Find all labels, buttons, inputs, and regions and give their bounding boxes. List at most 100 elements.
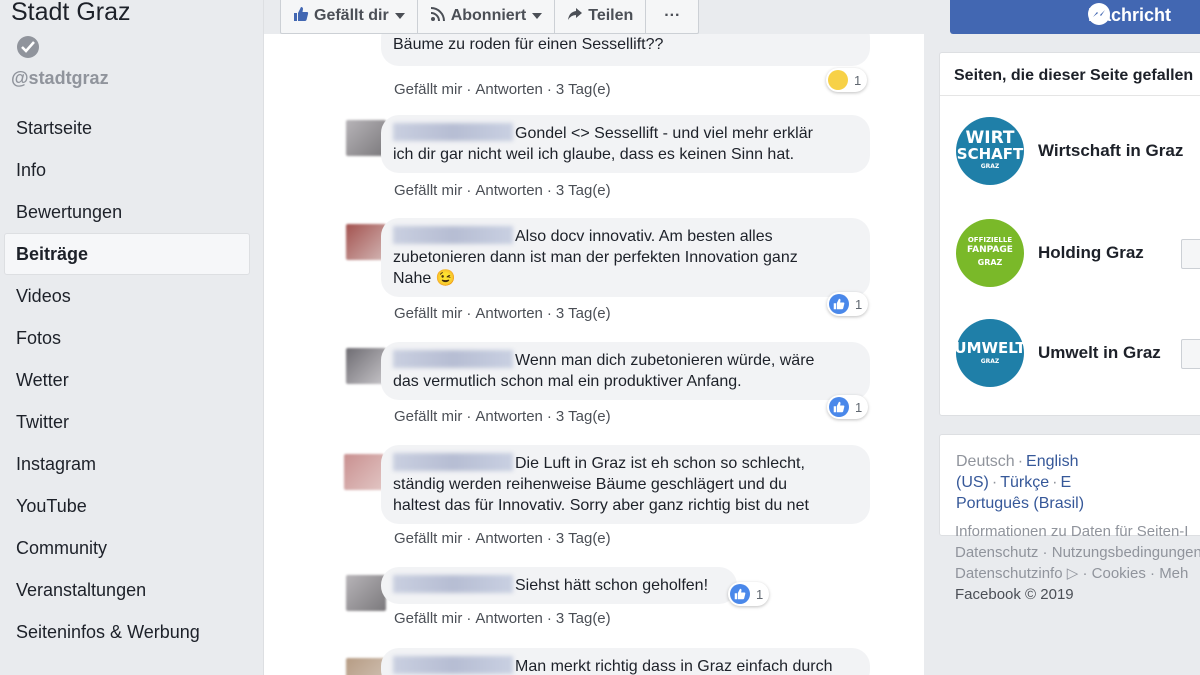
commenter-avatar[interactable] [346, 658, 386, 675]
comment-text: Man merkt richtig dass in Graz einfach d… [515, 658, 833, 675]
reply-link[interactable]: Antworten [475, 610, 543, 627]
share-button[interactable]: Teilen [555, 0, 647, 33]
like-comment-link[interactable]: Gefällt mir [394, 305, 462, 322]
comment-text: Bäume zu roden für einen Sessellift?? [393, 36, 664, 53]
nav-item-beitraege[interactable]: Beiträge [4, 233, 250, 275]
commenter-avatar[interactable] [346, 224, 386, 260]
comment-time[interactable]: 3 Tag(e) [556, 610, 611, 627]
like-comment-link[interactable]: Gefällt mir [394, 182, 462, 199]
footer-link[interactable]: Datenschutzinfo [955, 565, 1063, 582]
thumbs-up-icon [293, 6, 309, 27]
nav-item-twitter[interactable]: Twitter [4, 401, 250, 443]
wirtschaft-logo-icon: WIRT SCHAFT GRAZ [956, 117, 1024, 185]
page-action-bar: Gefällt dir Abonniert Teilen ··· [280, 0, 700, 34]
reply-link[interactable]: Antworten [475, 530, 543, 547]
reply-link[interactable]: Antworten [475, 81, 543, 98]
reaction-count[interactable]: 1 [826, 68, 868, 92]
commenter-name-blurred[interactable] [393, 350, 513, 368]
like-comment-link[interactable]: Gefällt mir [394, 81, 462, 98]
adchoices-icon: ▷ [1066, 565, 1079, 582]
commenter-avatar[interactable] [346, 348, 386, 384]
reaction-count[interactable]: 1 [827, 292, 869, 316]
liked-page-name[interactable]: Wirtschaft in Graz [1038, 141, 1183, 161]
comment-text: Gondel <> Sessellift - und viel mehr erk… [515, 125, 813, 142]
nav-item-wetter[interactable]: Wetter [4, 359, 250, 401]
comment-time[interactable]: 3 Tag(e) [556, 182, 611, 199]
reaction-count[interactable]: 1 [827, 395, 869, 419]
comment-actions: Gefällt mir · Antworten · 3 Tag(e) [394, 610, 611, 627]
liked-page-item[interactable]: OFFIZIELLE FANPAGE GRAZ Holding Graz [956, 219, 1144, 287]
follow-button[interactable]: Abonniert [418, 0, 556, 33]
commenter-avatar[interactable] [346, 120, 386, 156]
like-comment-link[interactable]: Gefällt mir [394, 610, 462, 627]
language-link[interactable]: Português (Brasil) [956, 495, 1084, 512]
like-page-label: Gefällt dir [314, 7, 389, 24]
nav-item-bewertungen[interactable]: Bewertungen [4, 191, 250, 233]
nav-item-fotos[interactable]: Fotos [4, 317, 250, 359]
nav-item-seiteninfos[interactable]: Seiteninfos & Werbung [4, 611, 250, 653]
like-reaction-icon [730, 584, 750, 604]
liked-page-item[interactable]: WIRT SCHAFT GRAZ Wirtschaft in Graz [956, 117, 1183, 185]
share-arrow-icon [567, 6, 583, 27]
comment-text: Die Luft in Graz ist eh schon so schlech… [515, 455, 805, 472]
comment-text: ich dir gar nicht weil ich glaube, dass … [393, 146, 795, 163]
like-page-button[interactable]: Gefällt dir [281, 0, 418, 33]
commenter-name-blurred[interactable] [393, 656, 513, 674]
comment-bubble: Gondel <> Sessellift - und viel mehr erk… [381, 115, 870, 173]
nav-item-community[interactable]: Community [4, 527, 250, 569]
footer-link[interactable]: Informationen zu Daten für Seiten-I [955, 523, 1188, 540]
commenter-name-blurred[interactable] [393, 575, 513, 593]
like-liked-page-button[interactable] [1181, 339, 1200, 369]
commenter-name-blurred[interactable] [393, 226, 513, 244]
send-message-button[interactable]: Nachricht [950, 0, 1200, 34]
language-link[interactable]: E [1060, 474, 1071, 491]
messenger-icon [1088, 3, 1110, 25]
comment-time[interactable]: 3 Tag(e) [556, 530, 611, 547]
like-liked-page-button[interactable] [1181, 239, 1200, 269]
commenter-avatar[interactable] [344, 454, 384, 490]
nav-item-info[interactable]: Info [4, 149, 250, 191]
comment-time[interactable]: 3 Tag(e) [556, 408, 611, 425]
footer-link[interactable]: Datenschutz [955, 544, 1038, 561]
reply-link[interactable]: Antworten [475, 305, 543, 322]
comment-bubble: Bäume zu roden für einen Sessellift?? [381, 34, 870, 66]
footer-link[interactable]: Nutzungsbedingungen [1052, 544, 1200, 561]
nav-item-veranstaltungen[interactable]: Veranstaltungen [4, 569, 250, 611]
reaction-count-value: 1 [855, 399, 863, 415]
page-handle[interactable]: @stadtgraz [11, 68, 109, 89]
liked-page-name[interactable]: Umwelt in Graz [1038, 343, 1161, 363]
like-comment-link[interactable]: Gefällt mir [394, 408, 462, 425]
verified-badge-icon [17, 36, 39, 58]
nav-item-instagram[interactable]: Instagram [4, 443, 250, 485]
holding-logo-icon: OFFIZIELLE FANPAGE GRAZ [956, 219, 1024, 287]
page-title[interactable]: Stadt Graz [11, 0, 131, 27]
language-link[interactable]: Türkçe [1000, 474, 1049, 491]
reply-link[interactable]: Antworten [475, 408, 543, 425]
liked-page-item[interactable]: UMWELT GRAZ Umwelt in Graz [954, 319, 1161, 387]
comment-time[interactable]: 3 Tag(e) [556, 81, 611, 98]
commenter-name-blurred[interactable] [393, 453, 513, 471]
nav-item-videos[interactable]: Videos [4, 275, 250, 317]
comment-text: das vermutlich schon mal ein produktiver… [393, 373, 742, 390]
reaction-count[interactable]: 1 [728, 582, 770, 606]
share-label: Teilen [588, 7, 634, 24]
page-sidebar: Stadt Graz @stadtgraz Startseite Info Be… [0, 0, 263, 675]
comment-bubble: Also docv innovativ. Am besten alles zub… [381, 218, 870, 297]
more-options-button[interactable]: ··· [646, 0, 698, 33]
comment-text: Wenn man dich zubetonieren würde, wäre [515, 352, 815, 369]
sad-reaction-icon [828, 70, 848, 90]
liked-page-name[interactable]: Holding Graz [1038, 243, 1144, 263]
commenter-name-blurred[interactable] [393, 123, 513, 141]
like-comment-link[interactable]: Gefällt mir [394, 530, 462, 547]
nav-item-youtube[interactable]: YouTube [4, 485, 250, 527]
footer-link[interactable]: Cookies [1092, 565, 1146, 582]
comment-text: zubetonieren dann ist man der perfekten … [393, 249, 798, 266]
reply-link[interactable]: Antworten [475, 182, 543, 199]
comment-actions: Gefällt mir · Antworten · 3 Tag(e) [394, 81, 611, 98]
footer-link[interactable]: Meh [1159, 565, 1188, 582]
liked-pages-title: Seiten, die dieser Seite gefallen [940, 53, 1200, 96]
commenter-avatar[interactable] [346, 575, 386, 611]
nav-item-startseite[interactable]: Startseite [4, 107, 250, 149]
comment-time[interactable]: 3 Tag(e) [556, 305, 611, 322]
rss-icon [430, 6, 446, 27]
